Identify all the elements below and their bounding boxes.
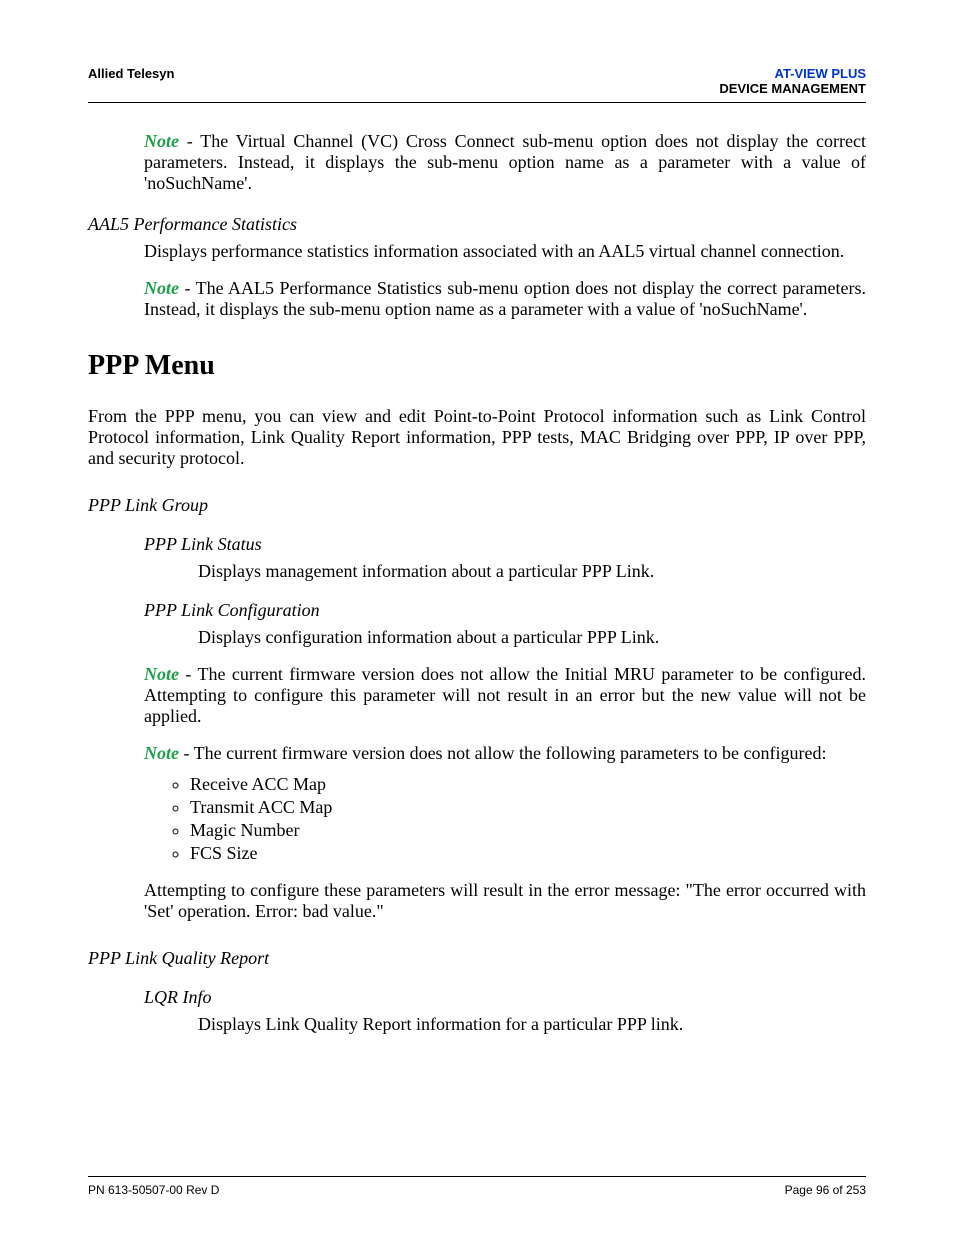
params-list: Receive ACC Map Transmit ACC Map Magic N… — [144, 774, 866, 864]
footer-right: Page 96 of 253 — [785, 1183, 866, 1197]
page-header: Allied Telesyn AT-VIEW PLUS DEVICE MANAG… — [88, 66, 866, 96]
page-footer-wrap: PN 613-50507-00 Rev D Page 96 of 253 — [88, 1176, 866, 1197]
note-vc-cross-connect: Note - The Virtual Channel (VC) Cross Co… — [144, 131, 866, 194]
note-aal5-text: - The AAL5 Performance Statistics sub-me… — [144, 278, 866, 319]
header-section: DEVICE MANAGEMENT — [719, 81, 866, 96]
note-params-text: - The current firmware version does not … — [179, 743, 826, 763]
lqr-info-desc: Displays Link Quality Report information… — [198, 1014, 866, 1035]
note-vc-text: - The Virtual Channel (VC) Cross Connect… — [144, 131, 866, 193]
note-mru: Note - The current firmware version does… — [144, 664, 866, 727]
page-body: Note - The Virtual Channel (VC) Cross Co… — [88, 131, 866, 1035]
ppp-link-status-desc: Displays management information about a … — [198, 561, 866, 582]
list-item: FCS Size — [190, 843, 866, 864]
ppp-link-config-desc: Displays configuration information about… — [198, 627, 866, 648]
header-rule — [88, 102, 866, 103]
lqr-info-title: LQR Info — [144, 987, 866, 1008]
page-footer: PN 613-50507-00 Rev D Page 96 of 253 — [88, 1183, 866, 1197]
note-label: Note — [144, 131, 179, 151]
attempt-text: Attempting to configure these parameters… — [144, 880, 866, 922]
list-item: Receive ACC Map — [190, 774, 866, 795]
note-label: Note — [144, 743, 179, 763]
ppp-link-status-title: PPP Link Status — [144, 534, 866, 555]
note-aal5: Note - The AAL5 Performance Statistics s… — [144, 278, 866, 320]
ppp-link-group-title: PPP Link Group — [88, 495, 866, 516]
aal5-title: AAL5 Performance Statistics — [88, 214, 866, 235]
ppp-menu-heading: PPP Menu — [88, 350, 866, 382]
note-mru-text: - The current firmware version does not … — [144, 664, 866, 726]
ppp-link-config-title: PPP Link Configuration — [144, 600, 866, 621]
header-product: AT-VIEW PLUS — [719, 66, 866, 81]
ppp-lqr-title: PPP Link Quality Report — [88, 948, 866, 969]
note-label: Note — [144, 278, 179, 298]
note-label: Note — [144, 664, 179, 684]
list-item: Magic Number — [190, 820, 866, 841]
aal5-desc: Displays performance statistics informat… — [144, 241, 866, 262]
header-left: Allied Telesyn — [88, 66, 174, 81]
list-item: Transmit ACC Map — [190, 797, 866, 818]
footer-left: PN 613-50507-00 Rev D — [88, 1183, 219, 1197]
footer-rule — [88, 1176, 866, 1177]
header-right: AT-VIEW PLUS DEVICE MANAGEMENT — [719, 66, 866, 96]
ppp-intro: From the PPP menu, you can view and edit… — [88, 406, 866, 469]
note-params: Note - The current firmware version does… — [144, 743, 866, 764]
